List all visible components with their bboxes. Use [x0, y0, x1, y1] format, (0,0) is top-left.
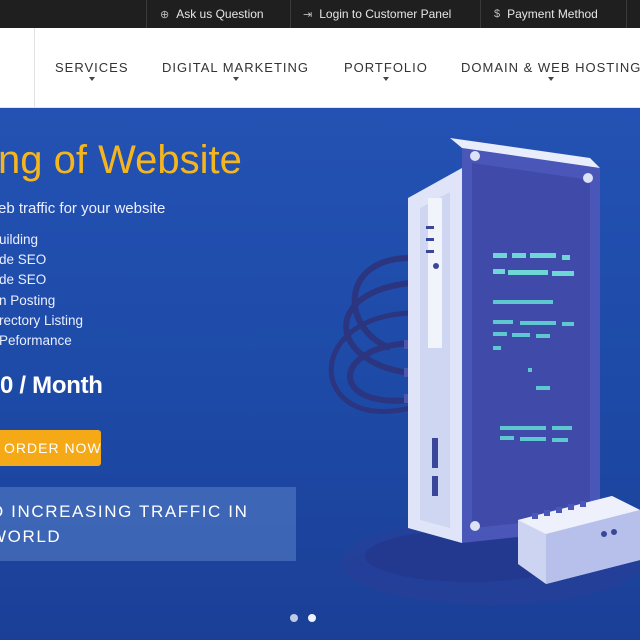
nav-item-services[interactable]: SERVICES: [55, 60, 129, 81]
nav-item-label: SERVICES: [55, 60, 129, 75]
ask-question-label: Ask us Question: [176, 7, 264, 21]
topbar-separator: [146, 0, 147, 28]
hero-slider: ng of Website eb traffic for your websit…: [0, 108, 640, 640]
caret-down-icon: [232, 77, 239, 81]
dollar-icon: $: [494, 8, 501, 20]
globe-icon: ⊕: [160, 8, 170, 21]
top-bar: ⊕ Ask us Question ⇥ Login to Customer Pa…: [0, 0, 640, 28]
topbar-separator: [626, 0, 627, 28]
feature-item: de SEO: [0, 272, 47, 287]
nav-item-domain-hosting[interactable]: DOMAIN & WEB HOSTING: [461, 60, 640, 81]
topbar-separator: [290, 0, 291, 28]
slide-dot[interactable]: [290, 614, 298, 622]
nav-item-label: DOMAIN & WEB HOSTING: [461, 60, 640, 75]
login-icon: ⇥: [303, 8, 313, 21]
slide-dot-active[interactable]: [308, 614, 316, 622]
banner-text: O INCREASING TRAFFIC IN WORLD: [0, 499, 248, 549]
caret-down-icon: [548, 77, 555, 81]
hero-banner: O INCREASING TRAFFIC IN WORLD: [0, 487, 296, 561]
nav-item-label: DIGITAL MARKETING: [162, 60, 310, 75]
customer-login-link[interactable]: ⇥ Login to Customer Panel: [303, 0, 451, 28]
feature-item: Peformance: [0, 333, 72, 348]
payment-method-link[interactable]: $ Payment Method: [494, 0, 598, 28]
customer-login-label: Login to Customer Panel: [319, 7, 452, 21]
nav-item-label: PORTFOLIO: [344, 60, 428, 75]
price-label: 0 / Month: [0, 372, 103, 399]
main-nav: SERVICES DIGITAL MARKETING PORTFOLIO DOM…: [0, 28, 640, 108]
nav-item-digital-marketing[interactable]: DIGITAL MARKETING: [162, 60, 310, 81]
banner-line-1: O INCREASING TRAFFIC IN: [0, 502, 249, 521]
banner-line-2: WORLD: [0, 527, 62, 546]
server-illustration: [328, 138, 640, 605]
feature-item: de SEO: [0, 252, 47, 267]
feature-item: n Posting: [0, 293, 56, 308]
caret-down-icon: [88, 77, 95, 81]
payment-method-label: Payment Method: [507, 7, 598, 21]
topbar-separator: [480, 0, 481, 28]
hero-title: ng of Website: [0, 138, 242, 182]
feature-item: uilding: [0, 232, 39, 247]
hero-subtitle: eb traffic for your website: [0, 200, 166, 217]
nav-item-portfolio[interactable]: PORTFOLIO: [344, 60, 428, 81]
nav-divider: [34, 28, 35, 108]
caret-down-icon: [382, 77, 389, 81]
feature-item: rectory Listing: [0, 313, 84, 328]
ask-question-link[interactable]: ⊕ Ask us Question: [160, 0, 264, 28]
order-now-button[interactable]: ORDER NOW: [0, 430, 101, 466]
slider-pagination: [290, 614, 316, 622]
